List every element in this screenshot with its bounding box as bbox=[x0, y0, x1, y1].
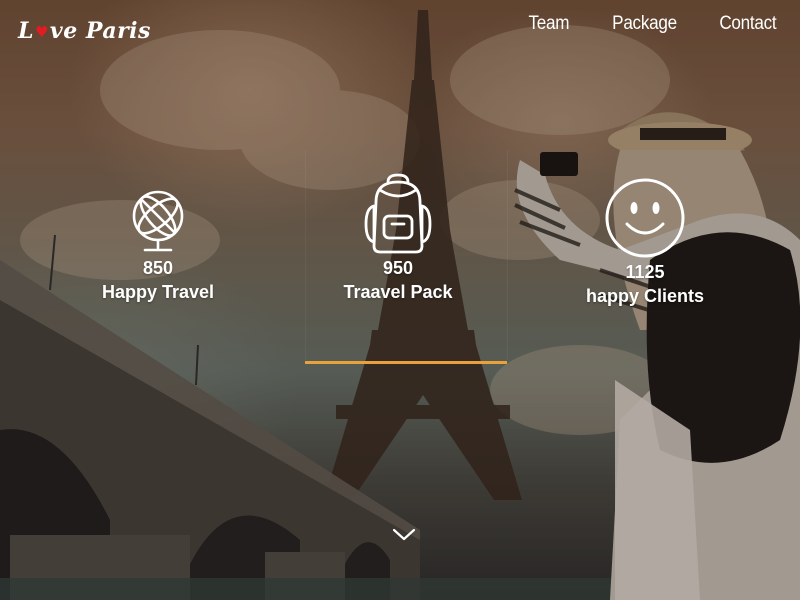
nav-link-package[interactable]: Package bbox=[612, 13, 677, 35]
stat-happy-travel: 850 Happy Travel bbox=[48, 186, 268, 304]
nav-link-team[interactable]: Team bbox=[528, 13, 569, 35]
main-nav: Team Package Contact bbox=[524, 13, 776, 35]
stat-label: Happy Travel bbox=[101, 282, 215, 302]
brand-logo[interactable]: L♥ve Paris bbox=[18, 18, 151, 44]
backpack-icon bbox=[364, 173, 432, 254]
stat-happy-clients: 1125 happy Clients bbox=[535, 176, 755, 308]
logo-text-prefix: L bbox=[18, 18, 34, 44]
top-navbar: L♥ve Paris Team Package Contact bbox=[0, 0, 800, 60]
logo-text-rest: ve Paris bbox=[49, 18, 151, 44]
stat-travel-pack: 950 Traavel Pack bbox=[288, 172, 508, 304]
hero-section: L♥ve Paris Team Package Contact 850 Happ… bbox=[0, 0, 800, 600]
stat-label: Traavel Pack bbox=[343, 282, 453, 302]
stat-label: happy Clients bbox=[585, 286, 705, 306]
globe-icon bbox=[132, 190, 184, 252]
active-indicator-bar bbox=[305, 361, 507, 364]
stat-value: 850 bbox=[142, 258, 174, 278]
smiley-icon bbox=[605, 178, 685, 258]
stat-value: 1125 bbox=[625, 262, 665, 282]
nav-link-contact[interactable]: Contact bbox=[719, 13, 776, 35]
heart-icon: ♥ bbox=[34, 23, 49, 41]
stat-value: 950 bbox=[382, 258, 414, 278]
chevron-down-icon[interactable] bbox=[392, 528, 416, 542]
